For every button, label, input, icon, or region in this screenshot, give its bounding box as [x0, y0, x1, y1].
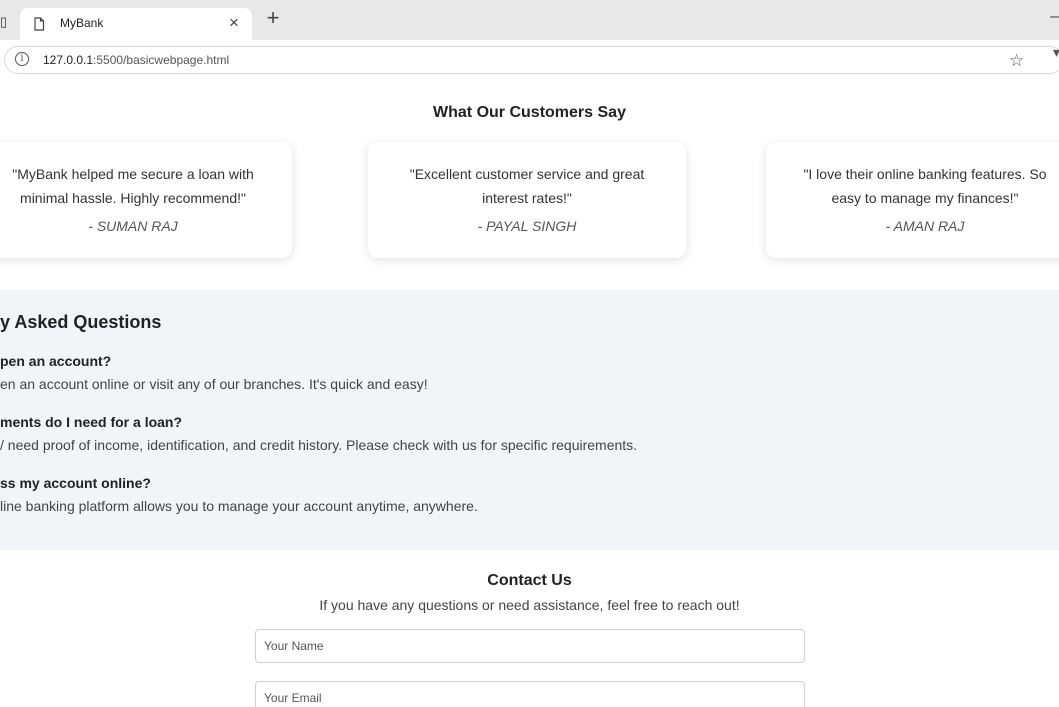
testimonial-author: - PAYAL SINGH — [477, 218, 577, 234]
faq-question: pen an account? — [0, 353, 112, 369]
url-text[interactable]: 127.0.0.1:5500/basicwebpage.html — [43, 53, 229, 67]
address-bar-row: i 127.0.0.1:5500/basicwebpage.html ☆ ▾ — [0, 40, 1059, 80]
faq-answer: / need proof of income, identification, … — [0, 437, 638, 453]
faq-question: ments do I need for a loan? — [0, 414, 183, 430]
faq-answer: en an account online or visit any of our… — [0, 376, 428, 392]
address-bar[interactable]: i 127.0.0.1:5500/basicwebpage.html ☆ — [4, 46, 1059, 74]
page-icon — [32, 17, 46, 31]
testimonial-author: - SUMAN RAJ — [88, 218, 178, 234]
email-input[interactable] — [255, 681, 805, 707]
browser-tab-mybank[interactable]: MyBank × — [20, 8, 252, 40]
testimonial-quote: "I love their online banking features. S… — [803, 166, 1047, 206]
faq-question: ss my account online? — [0, 475, 151, 491]
faq-section: y Asked Questions pen an account? en an … — [0, 290, 1059, 550]
name-input[interactable] — [255, 629, 805, 663]
url-path: :5500/basicwebpage.html — [93, 53, 230, 67]
previous-tab-edge[interactable]: ▯ — [0, 12, 8, 32]
contact-title: Contact Us — [487, 572, 572, 589]
testimonial-card: "Excellent customer service and great in… — [368, 142, 686, 258]
faq-answer: line banking platform allows you to mana… — [0, 498, 478, 514]
info-icon[interactable]: i — [15, 52, 29, 66]
chevron-down-icon[interactable]: ▾ — [1053, 44, 1059, 61]
testimonials-title: What Our Customers Say — [433, 104, 626, 121]
close-icon[interactable]: × — [226, 13, 242, 33]
testimonial-card: "MyBank helped me secure a loan with min… — [0, 142, 292, 258]
new-tab-icon[interactable]: + — [262, 7, 284, 29]
testimonial-card: "I love their online banking features. S… — [766, 142, 1059, 258]
testimonial-author: - AMAN RAJ — [885, 218, 965, 234]
contact-subtitle: If you have any questions or need assist… — [319, 597, 740, 613]
window-minimize-icon[interactable]: – — [1050, 8, 1059, 26]
page-content: What Our Customers Say "MyBank helped me… — [0, 80, 1059, 707]
faq-title: y Asked Questions — [0, 312, 162, 332]
browser-tab-bar: ▯ MyBank × + – — [0, 0, 1059, 40]
tab-title: MyBank — [60, 16, 104, 30]
star-icon[interactable]: ☆ — [1009, 51, 1024, 71]
url-host: 127.0.0.1 — [43, 53, 94, 67]
testimonial-quote: "Excellent customer service and great in… — [409, 166, 645, 206]
testimonial-quote: "MyBank helped me secure a loan with min… — [12, 166, 254, 206]
